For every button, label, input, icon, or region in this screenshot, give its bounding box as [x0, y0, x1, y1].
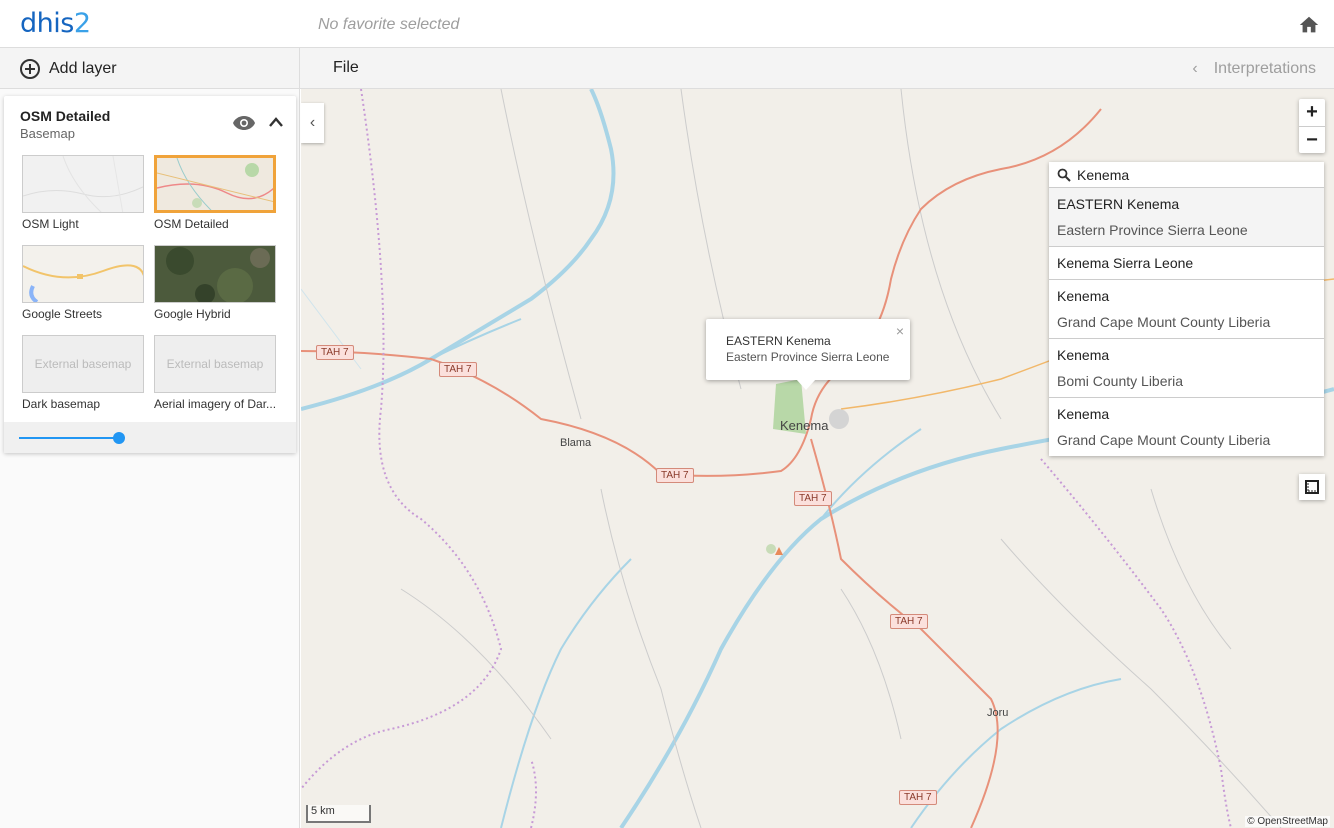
basemap-label: Google Hybrid [154, 307, 231, 321]
road-label: TAH 7 [890, 614, 928, 629]
chevron-up-icon[interactable] [268, 115, 284, 129]
zoom-in-button[interactable]: + [1299, 99, 1325, 126]
toolbar: Add layer File ‹ Interpretations [0, 48, 1334, 89]
chevron-left-icon: ‹ [309, 114, 316, 131]
search-bar [1049, 162, 1324, 187]
road-label: TAH 7 [439, 362, 477, 377]
basemap-osm-detailed[interactable]: OSM Detailed [154, 155, 276, 231]
scale-bar: 5 km [306, 805, 371, 823]
search-result[interactable]: Kenema Grand Cape Mount County Liberia [1049, 397, 1324, 456]
result-name: EASTERN Kenema [1057, 196, 1180, 212]
search-input[interactable] [1077, 166, 1307, 183]
opacity-slider-handle[interactable] [113, 432, 125, 444]
add-layer-button[interactable]: Add layer [0, 48, 300, 89]
external-basemap-thumbnail: External basemap [22, 335, 144, 393]
result-name: Kenema Sierra Leone [1057, 255, 1194, 271]
search-result[interactable]: Kenema Sierra Leone [1049, 246, 1324, 279]
dhis2-logo[interactable]: dhis2 [20, 8, 91, 39]
file-menu[interactable]: File [333, 59, 359, 77]
basemap-aerial[interactable]: External basemap Aerial imagery of Dar..… [154, 335, 276, 411]
result-detail: Grand Cape Mount County Liberia [1057, 314, 1271, 330]
opacity-slider-track[interactable] [19, 437, 119, 439]
basemap-thumbnail [22, 245, 144, 303]
map-canvas[interactable]: ‹ + − Blama Kenema Joru TAH 7 TAH 7 TAH … [301, 89, 1334, 828]
road-label: TAH 7 [656, 468, 694, 483]
basemap-label: Google Streets [22, 307, 103, 321]
basemap-dark[interactable]: External basemap Dark basemap [22, 335, 144, 411]
add-layer-label: Add layer [49, 59, 117, 77]
result-detail: Bomi County Liberia [1057, 373, 1184, 389]
interpretations-button[interactable]: ‹ Interpretations [1192, 60, 1316, 78]
basemap-label: OSM Detailed [154, 217, 229, 231]
basemap-google-streets[interactable]: Google Streets [22, 245, 144, 321]
visibility-icon[interactable] [232, 115, 256, 131]
ruler-icon [1305, 480, 1319, 494]
basemap-label: Aerial imagery of Dar... [154, 397, 277, 411]
geocoder-search: EASTERN Kenema Eastern Province Sierra L… [1049, 162, 1324, 456]
map-attribution[interactable]: © OpenStreetMap [1245, 816, 1330, 827]
map-label-joru: Joru [987, 707, 1009, 719]
collapse-panel-button[interactable]: ‹ [301, 103, 324, 143]
app-header: dhis2 No favorite selected [0, 0, 1334, 48]
basemap-thumbnail [154, 155, 276, 213]
popup-title: EASTERN Kenema [726, 334, 831, 348]
layers-panel: OSM Detailed Basemap OSM Light OSM Detai… [0, 89, 300, 828]
search-result[interactable]: EASTERN Kenema Eastern Province Sierra L… [1049, 187, 1324, 246]
measure-button[interactable] [1299, 474, 1325, 500]
map-label-blama: Blama [560, 437, 592, 449]
popup-tip [796, 379, 816, 390]
add-circle-icon [20, 58, 40, 79]
road-label: TAH 7 [316, 345, 354, 360]
opacity-control [4, 422, 296, 453]
chevron-left-icon: ‹ [1192, 60, 1198, 77]
zoom-out-button[interactable]: − [1299, 126, 1325, 153]
external-basemap-thumbnail: External basemap [154, 335, 276, 393]
layer-title: OSM Detailed [20, 108, 111, 124]
basemap-google-hybrid[interactable]: Google Hybrid [154, 245, 276, 321]
close-icon[interactable]: × [896, 323, 904, 339]
basemap-thumbnail [154, 245, 276, 303]
map-popup: EASTERN Kenema Eastern Province Sierra L… [706, 319, 910, 390]
result-detail: Grand Cape Mount County Liberia [1057, 432, 1271, 448]
basemap-osm-light[interactable]: OSM Light [22, 155, 144, 231]
zoom-control: + − [1299, 99, 1325, 153]
logo-text: dhis [20, 8, 74, 39]
basemap-label: OSM Light [22, 217, 79, 231]
road-label: TAH 7 [794, 491, 832, 506]
favorite-title: No favorite selected [318, 16, 460, 33]
search-result[interactable]: Kenema Bomi County Liberia [1049, 338, 1324, 397]
basemap-label: Dark basemap [22, 397, 101, 411]
basemap-thumbnail [22, 155, 144, 213]
search-result[interactable]: Kenema Grand Cape Mount County Liberia [1049, 279, 1324, 338]
result-detail: Eastern Province Sierra Leone [1057, 222, 1248, 238]
popup-detail: Eastern Province Sierra Leone [726, 350, 890, 364]
result-name: Kenema [1057, 288, 1110, 304]
search-icon [1057, 168, 1071, 182]
result-name: Kenema [1057, 347, 1110, 363]
basemap-card: OSM Detailed Basemap OSM Light OSM Detai… [4, 96, 296, 453]
road-label: TAH 7 [899, 790, 937, 805]
layer-subtitle: Basemap [20, 126, 75, 141]
home-icon[interactable] [1298, 14, 1320, 36]
logo-accent: 2 [73, 8, 91, 39]
result-name: Kenema [1057, 406, 1110, 422]
interpretations-label: Interpretations [1213, 60, 1316, 77]
map-label-kenema: Kenema [780, 418, 829, 433]
